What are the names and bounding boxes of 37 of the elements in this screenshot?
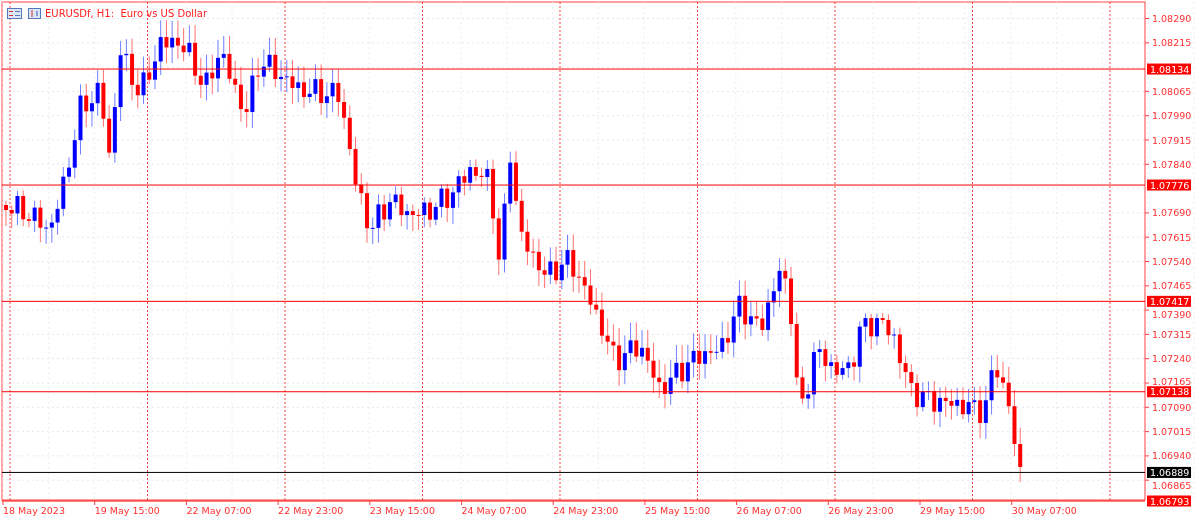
- price-label: 1.07540: [1152, 256, 1192, 267]
- time-label: 26 May 07:00: [736, 505, 802, 516]
- time-label: 30 May 07:00: [1011, 505, 1077, 516]
- price-label: 1.07015: [1152, 426, 1192, 438]
- price-label: 1.06865: [1152, 479, 1192, 491]
- price-label: 1.08215: [1152, 37, 1192, 49]
- price-tag: 1.07138: [1147, 386, 1191, 398]
- time-label: 18 May 2023: [3, 505, 65, 516]
- price-tag: 1.07417: [1147, 295, 1191, 307]
- time-label: 23 May 15:00: [369, 505, 435, 516]
- price-label: 1.08065: [1152, 85, 1192, 97]
- price-tag: 1.07776: [1147, 179, 1191, 191]
- price-label: 1.07165: [1152, 376, 1192, 388]
- price-label: 1.07915: [1152, 134, 1192, 146]
- chart-title: EURUSDf, H1: Euro vs US Dollar: [45, 8, 208, 19]
- price-label: 1.07240: [1152, 353, 1192, 365]
- time-label: 24 May 07:00: [461, 505, 527, 516]
- time-label: 22 May 23:00: [278, 505, 344, 516]
- price-label: 1.07990: [1152, 110, 1192, 122]
- time-label: 19 May 15:00: [94, 505, 160, 516]
- price-label: 1.07390: [1152, 308, 1192, 320]
- price-label: 1.07090: [1152, 401, 1192, 413]
- price-tag: 1.08134: [1147, 63, 1191, 75]
- price-label: 1.07840: [1152, 158, 1192, 170]
- price-label: 1.06940: [1152, 450, 1192, 462]
- price-label: 1.07465: [1152, 280, 1192, 292]
- time-label: 24 May 23:00: [553, 505, 619, 516]
- time-label: 26 May 23:00: [828, 505, 894, 516]
- price-label: 1.07315: [1152, 328, 1192, 340]
- price-label: 1.07615: [1152, 231, 1192, 243]
- price-tag: 1.06793: [1147, 495, 1191, 507]
- price-label: 1.07690: [1152, 207, 1192, 219]
- price-label: 1.08290: [1152, 13, 1192, 24]
- time-label: 29 May 15:00: [920, 505, 986, 516]
- time-label: 22 May 07:00: [186, 505, 252, 516]
- time-label: 25 May 15:00: [644, 505, 711, 516]
- price-tag: 1.06889: [1147, 466, 1191, 478]
